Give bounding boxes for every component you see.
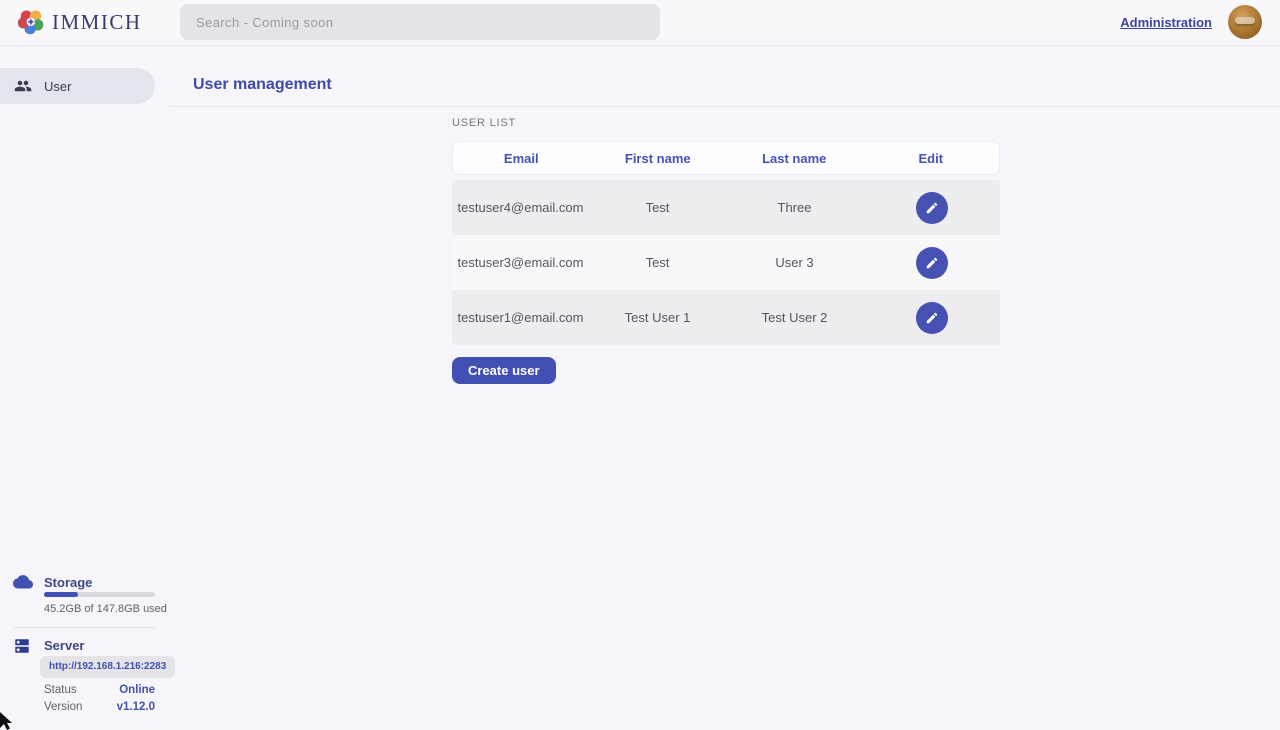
create-user-button[interactable]: Create user — [452, 357, 556, 384]
edit-user-button[interactable] — [916, 302, 948, 334]
sidebar-item-label: User — [44, 79, 71, 94]
table-row: testuser1@email.com Test User 1 Test Use… — [452, 290, 1000, 345]
user-avatar[interactable] — [1228, 5, 1262, 39]
sidebar-item-user[interactable]: User — [0, 68, 155, 104]
pencil-icon — [925, 256, 939, 270]
app-logo: IMMICH — [16, 7, 142, 37]
users-icon — [14, 77, 32, 95]
cell-email: testuser3@email.com — [452, 255, 589, 270]
search-input[interactable] — [180, 4, 660, 40]
server-url-badge: http://192.168.1.216:2283 — [40, 656, 175, 678]
version-value: v1.12.0 — [117, 701, 155, 713]
mouse-cursor — [0, 712, 16, 730]
pencil-icon — [925, 311, 939, 325]
cloud-icon — [13, 573, 33, 594]
server-title: Server — [44, 638, 84, 653]
table-row: testuser4@email.com Test Three — [452, 180, 1000, 235]
top-navbar: IMMICH Administration — [0, 0, 1280, 46]
user-table-header: Email First name Last name Edit — [452, 141, 1000, 175]
cell-first-name: Test User 1 — [589, 310, 726, 325]
server-icon — [13, 637, 31, 660]
edit-user-button[interactable] — [916, 192, 948, 224]
cell-email: testuser1@email.com — [452, 310, 589, 325]
cell-email: testuser4@email.com — [452, 200, 589, 215]
server-status-row: Status Online — [44, 684, 155, 696]
logo-wordmark: IMMICH — [52, 10, 142, 35]
server-version-row: Version v1.12.0 — [44, 701, 155, 713]
status-value: Online — [119, 684, 155, 696]
title-divider — [170, 106, 1280, 107]
edit-user-button[interactable] — [916, 247, 948, 279]
storage-usage-text: 45.2GB of 147.8GB used — [44, 603, 167, 615]
status-label: Status — [44, 684, 77, 696]
column-header-edit: Edit — [863, 151, 1000, 166]
cell-first-name: Test — [589, 255, 726, 270]
table-row: testuser3@email.com Test User 3 — [452, 235, 1000, 290]
storage-title: Storage — [44, 575, 92, 590]
sidebar-divider — [14, 627, 155, 628]
page-title: User management — [193, 76, 332, 94]
column-header-first-name: First name — [590, 151, 727, 166]
storage-progress-fill — [44, 592, 78, 597]
user-list-section-label: USER LIST — [452, 117, 516, 129]
column-header-email: Email — [453, 151, 590, 166]
cell-last-name: User 3 — [726, 255, 863, 270]
storage-progress-bar — [44, 592, 155, 597]
cell-last-name: Three — [726, 200, 863, 215]
column-header-last-name: Last name — [726, 151, 863, 166]
cell-last-name: Test User 2 — [726, 310, 863, 325]
administration-link[interactable]: Administration — [1120, 15, 1212, 30]
immich-flower-icon — [16, 7, 46, 37]
user-table-body: testuser4@email.com Test Three testuser3… — [452, 180, 1000, 345]
cell-first-name: Test — [589, 200, 726, 215]
version-label: Version — [44, 701, 82, 713]
pencil-icon — [925, 201, 939, 215]
